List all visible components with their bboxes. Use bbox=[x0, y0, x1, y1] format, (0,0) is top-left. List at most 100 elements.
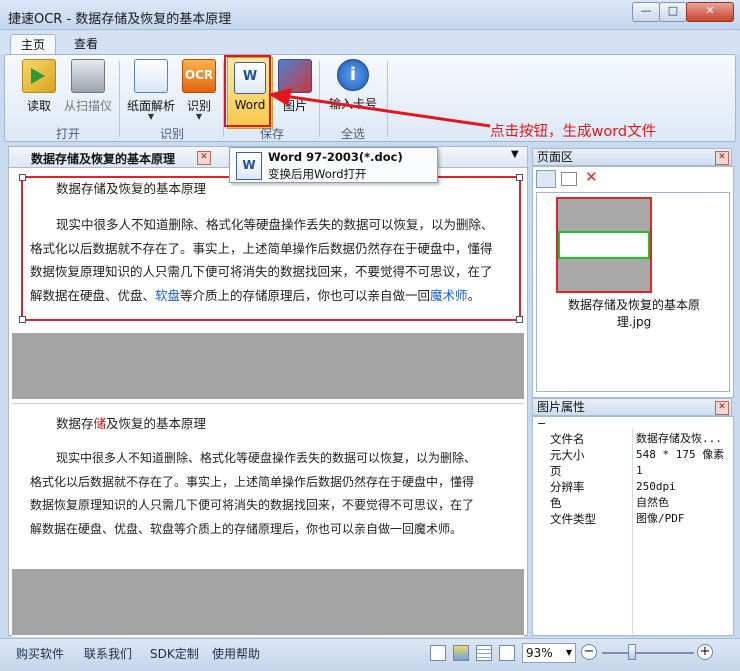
source-paragraph: 现实中很多人不知道删除、格式化等硬盘操作丢失的数据可以恢复，以为删除、 格式化以… bbox=[30, 213, 524, 307]
page-icon[interactable] bbox=[561, 172, 577, 186]
read-label: 读取 bbox=[26, 99, 51, 113]
split-view-icon[interactable] bbox=[499, 645, 515, 661]
annotation-arrow bbox=[268, 88, 491, 128]
property-key: 元大小 bbox=[550, 448, 585, 462]
close-icon[interactable]: ✕ bbox=[715, 151, 729, 165]
tab-home[interactable]: 主页 bbox=[10, 34, 57, 55]
thumbnail-view-icon[interactable] bbox=[536, 170, 556, 188]
result-uncertain-text: 储 bbox=[93, 416, 107, 431]
annotation-text: 点击按钮，生成word文件 bbox=[490, 124, 657, 140]
source-line: 格式化以后数据就不存在了。事实上，上述简单操作后数据仍然存在于硬盘中，懂得 bbox=[30, 240, 493, 256]
page-area-header: 页面区 ✕ bbox=[532, 148, 732, 166]
chevron-down-icon: ▼ bbox=[565, 648, 572, 657]
property-row[interactable]: 页1 bbox=[534, 463, 730, 479]
collapse-icon[interactable]: − bbox=[537, 417, 546, 430]
result-text: 数据存 bbox=[56, 416, 94, 431]
property-value: 图像/PDF bbox=[636, 512, 685, 525]
property-row[interactable]: 色 自然色 bbox=[534, 495, 730, 511]
fit-page-icon[interactable] bbox=[430, 645, 446, 661]
zoom-slider-track[interactable] bbox=[602, 652, 694, 654]
result-pane-background bbox=[12, 569, 524, 635]
close-icon[interactable]: ✕ bbox=[197, 151, 211, 165]
result-line: 格式化以后数据就不存在了。事实上，上述简单操作后数据仍然存在于硬盘中，懂得 bbox=[30, 474, 475, 489]
zoom-value: 93% bbox=[526, 646, 553, 660]
sdk-custom-link[interactable]: SDK定制 bbox=[150, 645, 199, 662]
page-thumbnail[interactable] bbox=[556, 197, 652, 293]
group-open-label: 打开 bbox=[55, 127, 80, 141]
resize-handle[interactable] bbox=[19, 174, 26, 181]
result-heading: 数据存储及恢复的基本原理 bbox=[56, 412, 206, 436]
source-link: 魔术师 bbox=[430, 287, 468, 303]
scanner-icon bbox=[71, 59, 105, 93]
source-line: 现实中很多人不知道删除、格式化等硬盘操作丢失的数据可以恢复，以为删除、 bbox=[56, 217, 494, 232]
property-row[interactable]: 文件名 数据存储及恢... bbox=[534, 431, 730, 447]
property-row[interactable]: 分辨率 250dpi bbox=[534, 479, 730, 495]
help-link[interactable]: 使用帮助 bbox=[212, 645, 260, 662]
source-text: 等介质上的存储原理后，你也可以亲自做一回 bbox=[180, 287, 431, 303]
close-icon[interactable]: ✕ bbox=[715, 401, 729, 415]
buy-software-link[interactable]: 购买软件 bbox=[16, 645, 64, 662]
text-view-icon[interactable] bbox=[476, 645, 492, 661]
tab-view[interactable]: 查看 bbox=[64, 34, 108, 54]
properties-title: 图片属性 bbox=[537, 400, 586, 414]
contact-us-link[interactable]: 联系我们 bbox=[84, 645, 132, 662]
result-text: 及恢复的基本原理 bbox=[106, 416, 207, 431]
page-area-title: 页面区 bbox=[537, 150, 574, 164]
resize-handle[interactable] bbox=[516, 174, 523, 181]
resize-handle[interactable] bbox=[19, 316, 26, 323]
word-icon: W bbox=[236, 152, 262, 180]
thumbnail-caption-line: 理.jpg bbox=[616, 315, 652, 329]
title-bar: 捷速OCR - 数据存储及恢复的基本原理 — □ ✕ bbox=[0, 0, 740, 30]
property-row[interactable]: 元大小 548 * 175 像素 bbox=[534, 447, 730, 463]
window-title: 捷速OCR - 数据存储及恢复的基本原理 bbox=[8, 12, 232, 27]
resize-handle[interactable] bbox=[516, 316, 523, 323]
source-line: 数据恢复原理知识的人只需几下便可将消失的数据找回来，不要觉得不可思议，在了 bbox=[30, 264, 493, 279]
property-key: 页 bbox=[550, 464, 562, 478]
delete-icon[interactable]: ✕ bbox=[585, 168, 598, 186]
properties-header: 图片属性 ✕ bbox=[532, 398, 732, 416]
word-tooltip: W Word 97-2003(*.doc) 变换后用Word打开 bbox=[229, 147, 438, 183]
property-key: 色 bbox=[550, 496, 562, 510]
source-heading: 数据存储及恢复的基本原理 bbox=[56, 181, 207, 196]
layout-analysis-button[interactable]: 纸面解析 ▼ bbox=[123, 59, 179, 121]
thumbnail-region bbox=[558, 231, 650, 259]
minimize-button[interactable]: — bbox=[632, 2, 660, 22]
property-key: 文件名 bbox=[550, 432, 585, 446]
property-value: 数据存储及恢... bbox=[636, 432, 722, 445]
chevron-down-icon: ▼ bbox=[147, 112, 155, 121]
property-value: 自然色 bbox=[636, 496, 669, 509]
image-view-icon[interactable] bbox=[453, 645, 469, 661]
property-key: 文件类型 bbox=[550, 512, 596, 526]
result-paragraph[interactable]: 现实中很多人不知道删除、格式化等硬盘操作丢失的数据可以恢复，以为删除、 格式化以… bbox=[30, 447, 524, 541]
property-value: 548 * 175 像素 bbox=[636, 448, 725, 461]
zoom-slider-thumb[interactable] bbox=[628, 644, 636, 660]
result-line: 数据恢复原理知识的人只需几下便可将消失的数据找回来，不要觉得不可思议，在了 bbox=[30, 498, 475, 512]
zoom-in-button[interactable]: + bbox=[697, 644, 713, 660]
scan-label: 从扫描仪 bbox=[63, 99, 112, 113]
layout-icon bbox=[134, 59, 168, 93]
source-text: 。 bbox=[467, 287, 481, 303]
read-button[interactable]: 读取 bbox=[19, 59, 59, 114]
group-separator bbox=[119, 61, 120, 137]
property-row[interactable]: 文件类型 图像/PDF bbox=[534, 511, 730, 527]
ocr-button[interactable]: OCR 识别 ▼ bbox=[179, 59, 219, 121]
close-button[interactable]: ✕ bbox=[686, 2, 734, 22]
zoom-out-button[interactable]: − bbox=[581, 644, 597, 660]
scan-button[interactable]: 从扫描仪 bbox=[59, 59, 117, 114]
ocr-label: 识别 bbox=[186, 99, 211, 113]
ocr-icon: OCR bbox=[182, 59, 216, 93]
zoom-select[interactable]: 93% ▼ bbox=[522, 643, 576, 663]
thumbnail-caption: 数据存储及恢复的基本原 理.jpg bbox=[538, 297, 730, 331]
layout-label: 纸面解析 bbox=[126, 99, 175, 113]
ribbon-tabs: 主页 查看 bbox=[0, 30, 740, 55]
group-recognize-label: 识别 bbox=[159, 127, 184, 141]
maximize-button[interactable]: □ bbox=[659, 2, 687, 22]
folder-icon bbox=[22, 59, 56, 93]
image-pane-background bbox=[12, 333, 524, 399]
chevron-down-icon[interactable]: ▼ bbox=[511, 149, 519, 160]
result-line: 解数据在硬盘、优盘、软盘等介质上的存储原理后，你也可以亲自做一回魔术师。 bbox=[30, 521, 463, 536]
tooltip-title: Word 97-2003(*.doc) bbox=[268, 150, 403, 164]
source-text: 解数据在硬盘、优盘、 bbox=[30, 287, 156, 303]
property-value: 1 bbox=[636, 464, 643, 477]
property-value: 250dpi bbox=[636, 480, 676, 493]
